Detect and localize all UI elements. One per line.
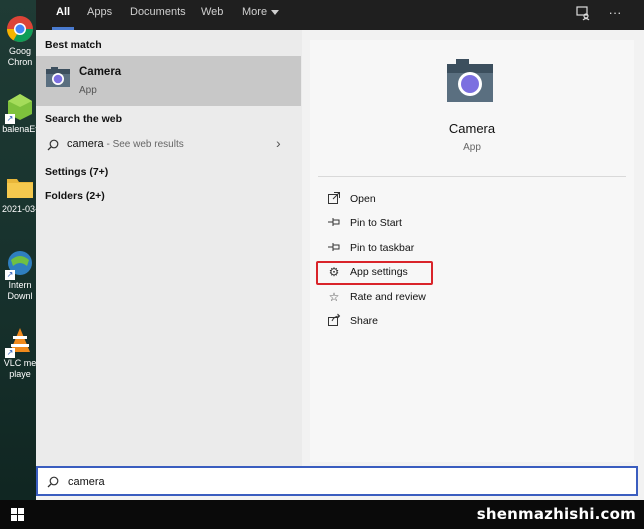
desktop-icon-vlc[interactable]: ↗ VLC me playe <box>0 326 40 380</box>
desktop-icon-internet-download[interactable]: ↗ Intern Downl <box>0 248 40 302</box>
tab-apps[interactable]: Apps <box>87 0 112 30</box>
action-share[interactable]: Share <box>326 313 446 331</box>
best-match-subtitle: App <box>79 85 97 96</box>
windows-start-icon[interactable] <box>11 508 25 522</box>
action-open[interactable]: Open <box>326 191 446 209</box>
folders-category[interactable]: Folders (2+) <box>45 190 105 202</box>
shortcut-arrow-icon: ↗ <box>5 348 15 358</box>
open-icon <box>326 191 342 207</box>
search-filter-bar: All Apps Documents Web More ··· <box>36 0 644 30</box>
feedback-icon[interactable] <box>574 5 592 23</box>
vlc-icon: ↗ <box>5 326 35 358</box>
shortcut-arrow-icon: ↗ <box>5 114 15 124</box>
app-title: Camera <box>448 121 496 136</box>
tab-web[interactable]: Web <box>201 0 223 30</box>
desktop-icon-folder[interactable]: 2021-03- <box>0 172 40 215</box>
tab-documents[interactable]: Documents <box>130 0 186 30</box>
desktop-icon-label: Chron <box>7 57 33 67</box>
desktop-icon-label: Downl <box>7 291 33 301</box>
desktop-icon-label: 2021-03- <box>1 204 39 214</box>
chevron-down-icon <box>271 9 280 15</box>
action-label: Rate and review <box>350 291 426 303</box>
star-icon: ☆ <box>328 290 340 304</box>
action-label: Pin to Start <box>350 217 402 229</box>
action-label: Open <box>350 193 376 205</box>
search-input[interactable]: camera <box>36 466 638 496</box>
best-match-header: Best match <box>45 39 102 51</box>
search-input-value: camera <box>68 476 105 488</box>
action-pin-to-taskbar[interactable]: Pin to taskbar <box>326 240 446 258</box>
tab-more-label: More <box>242 6 268 18</box>
internet-download-icon: ↗ <box>5 248 35 280</box>
share-icon <box>326 313 342 329</box>
tab-all[interactable]: All <box>51 0 75 30</box>
divider <box>318 176 626 177</box>
app-subtitle: App <box>463 142 481 153</box>
folder-icon <box>5 172 35 202</box>
search-web-header: Search the web <box>45 113 123 125</box>
desktop-icon-label: Intern <box>8 280 32 290</box>
desktop-icon-label: VLC me <box>3 358 37 368</box>
tab-more[interactable]: More <box>242 0 280 30</box>
desktop-icon-balena[interactable]: ↗ balenaEt <box>0 92 40 135</box>
action-label: Share <box>350 315 379 327</box>
pin-icon <box>326 240 342 256</box>
shortcut-arrow-icon: ↗ <box>5 270 15 280</box>
chevron-right-icon[interactable]: › <box>276 135 281 151</box>
chrome-icon <box>5 14 35 44</box>
action-label: Pin to taskbar <box>350 242 415 254</box>
web-query: camera <box>67 138 104 150</box>
best-match-item[interactable] <box>36 56 301 106</box>
search-icon <box>47 139 59 151</box>
highlight-box <box>316 261 433 285</box>
action-rate-and-review[interactable]: ☆ Rate and review <box>326 289 446 307</box>
pin-icon <box>326 215 342 231</box>
action-pin-to-start[interactable]: Pin to Start <box>326 215 446 233</box>
desktop-icon-label: playe <box>9 369 31 379</box>
best-match-title: Camera <box>79 66 122 78</box>
camera-icon <box>45 64 71 90</box>
web-result-text: camera - See web results <box>67 138 184 150</box>
web-hint: - See web results <box>103 139 184 150</box>
watermark: shenmazhishi.com <box>476 505 636 523</box>
settings-category[interactable]: Settings (7+) <box>45 166 108 178</box>
desktop-icon-label: Goog <box>8 46 32 56</box>
camera-icon <box>446 56 494 104</box>
balena-etcher-icon: ↗ <box>5 92 35 124</box>
desktop-icon-label: balenaEt <box>2 124 38 134</box>
search-icon <box>47 476 59 488</box>
ellipsis-icon[interactable]: ··· <box>606 5 624 23</box>
desktop-icon-chrome[interactable]: Goog Chron <box>0 14 40 68</box>
